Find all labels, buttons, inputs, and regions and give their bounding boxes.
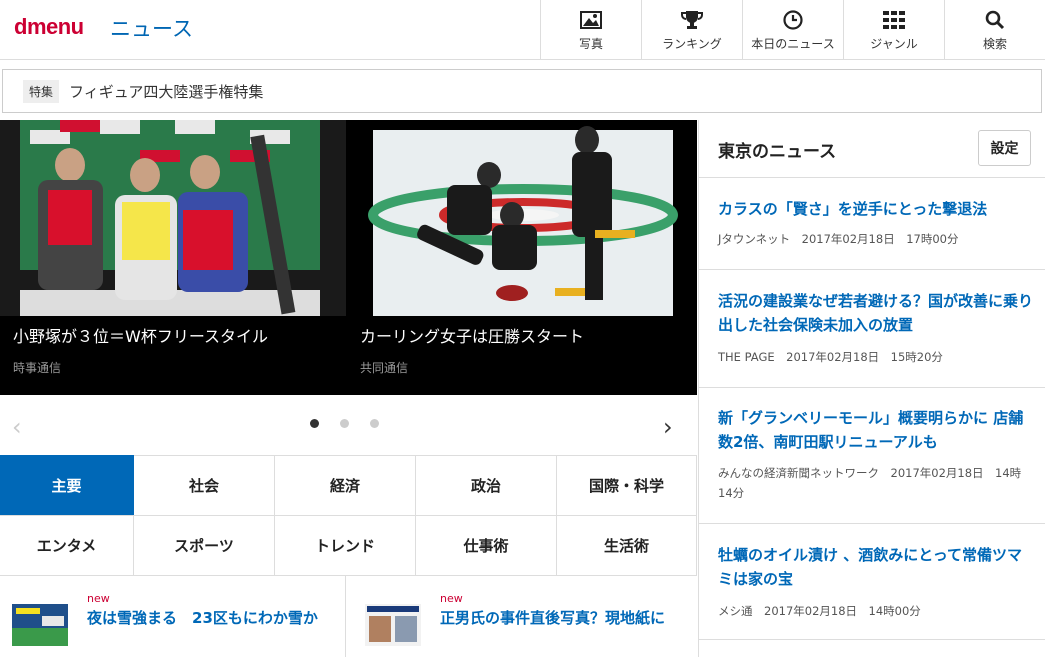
carousel-next-button[interactable]: › [663, 413, 673, 441]
clock-icon [783, 9, 803, 31]
carousel-slide[interactable]: 小野塚が３位＝W杯フリースタイル 時事通信 [0, 120, 346, 395]
sidebar-news-item[interactable]: 新「グランベリーモール」概要明らかに 店舗数2倍、南町田駅リニューアルも みんな… [699, 388, 1045, 524]
sidebar-news-meta: みんなの経済新聞ネットワーク 2017年02月18日 14時14分 [718, 466, 1022, 500]
sidebar-news-item[interactable]: カラスの「賢さ」を逆手にとった撃退法 Jタウンネット 2017年02月18日 1… [699, 178, 1045, 270]
category-tab[interactable]: 経済 [275, 455, 416, 515]
slide-photo-ski [0, 120, 346, 316]
news-title[interactable]: 夜は雪強まる 23区もにわか雪か [87, 606, 327, 630]
slide-source: 時事通信 [13, 361, 62, 375]
sidebar-news-meta: メシ通 2017年02月18日 14時00分 [718, 604, 921, 618]
carousel-dot[interactable] [340, 419, 349, 428]
sidebar-news-meta: Jタウンネット 2017年02月18日 17時00分 [718, 232, 959, 246]
news-item[interactable]: new 夜は雪強まる 23区もにわか雪か [0, 576, 346, 657]
nav-label: 本日のニュース [751, 36, 835, 51]
image-icon [580, 9, 602, 31]
trophy-icon [681, 9, 703, 31]
nav-label: 検索 [982, 36, 1007, 51]
category-tab[interactable]: エンタメ [0, 515, 134, 575]
nav-label: ジャンル [870, 36, 918, 51]
carousel-slide[interactable]: カーリング女子は圧勝スタート 共同通信 [347, 120, 693, 395]
sidebar-title: 東京のニュース [718, 142, 837, 162]
news-thumbnail [365, 604, 421, 646]
news-item[interactable]: new 正男氏の事件直後写真？現地紙に [347, 576, 697, 657]
category-tab[interactable]: スポーツ [134, 515, 275, 575]
new-badge: new [87, 592, 110, 605]
news-thumbnail [12, 604, 68, 646]
section-title[interactable]: ニュース [110, 13, 193, 43]
top-news-list: new 夜は雪強まる 23区もにわか雪か new 正男氏の事件直後写真？現地紙に [0, 575, 697, 657]
feature-tag: 特集 [23, 79, 60, 103]
carousel-dot[interactable] [310, 419, 319, 428]
settings-button[interactable]: 設定 [978, 130, 1031, 166]
category-tab[interactable]: 国際・科学 [557, 455, 697, 515]
nav-label: ランキング [662, 36, 722, 51]
category-tab[interactable]: 生活術 [557, 515, 697, 575]
search-icon [985, 9, 1005, 31]
sidebar-news-title[interactable]: 牡蠣のオイル漬け 、酒飲みにとって常備ツマミは家の宝 [718, 543, 1033, 591]
top-nav: 写真 ランキング 本日のニュース ジャンル 検索 [540, 0, 1045, 60]
sidebar-news-item[interactable]: 活況の建設業なぜ若者避ける？国が改善に乗り出した社会保険未加入の放置 THE P… [699, 270, 1045, 388]
slide-caption: 小野塚が３位＝W杯フリースタイル [13, 327, 269, 346]
sidebar-news-title[interactable]: 活況の建設業なぜ若者避ける？国が改善に乗り出した社会保険未加入の放置 [718, 289, 1033, 337]
carousel-dots [310, 419, 379, 428]
category-tab[interactable]: 主要 [0, 455, 134, 515]
dmenu-logo[interactable]: dmenu [14, 14, 84, 40]
feature-title: フィギュア四大陸選手権特集 [69, 82, 264, 101]
slide-caption: カーリング女子は圧勝スタート [360, 327, 585, 346]
nav-label: 写真 [578, 36, 603, 51]
photo-carousel: 小野塚が３位＝W杯フリースタイル 時事通信 カーリング女子は圧勝スタート 共同通… [0, 120, 697, 395]
category-tab[interactable]: トレンド [275, 515, 416, 575]
carousel-dot[interactable] [370, 419, 379, 428]
nav-today[interactable]: 本日のニュース [742, 0, 843, 60]
carousel-controls: ‹ › [0, 395, 697, 455]
sidebar-news-title[interactable]: カラスの「賢さ」を逆手にとった撃退法 [718, 197, 1033, 221]
nav-photos[interactable]: 写真 [540, 0, 641, 60]
category-tabs: 主要 社会 経済 政治 国際・科学エンタメ スポーツ トレンド 仕事術 生活術 [0, 455, 697, 575]
nav-search[interactable]: 検索 [944, 0, 1045, 60]
sidebar-news-meta: THE PAGE 2017年02月18日 15時20分 [718, 350, 943, 364]
news-title[interactable]: 正男氏の事件直後写真？現地紙に [440, 606, 680, 630]
header: dmenu ニュース 写真 ランキング 本日のニュース ジャンル 検索 [0, 0, 1045, 60]
carousel-prev-button[interactable]: ‹ [12, 413, 22, 441]
category-tab[interactable]: 社会 [134, 455, 275, 515]
grid-icon [883, 9, 905, 31]
slide-source: 共同通信 [360, 361, 409, 375]
new-badge: new [440, 592, 463, 605]
nav-ranking[interactable]: ランキング [641, 0, 742, 60]
local-news-sidebar: 東京のニュース 設定 カラスの「賢さ」を逆手にとった撃退法 Jタウンネット 20… [698, 120, 1045, 657]
sidebar-news-title[interactable]: 新「グランベリーモール」概要明らかに 店舗数2倍、南町田駅リニューアルも [718, 406, 1033, 454]
category-tab[interactable]: 政治 [416, 455, 557, 515]
sidebar-news-item[interactable]: 牡蠣のオイル漬け 、酒飲みにとって常備ツマミは家の宝 メシ通 2017年02月1… [699, 524, 1045, 640]
slide-photo-curling [347, 120, 693, 316]
sidebar-header: 東京のニュース 設定 [699, 120, 1045, 178]
nav-genre[interactable]: ジャンル [843, 0, 944, 60]
category-tab[interactable]: 仕事術 [416, 515, 557, 575]
feature-banner[interactable]: 特集 フィギュア四大陸選手権特集 [2, 69, 1042, 113]
